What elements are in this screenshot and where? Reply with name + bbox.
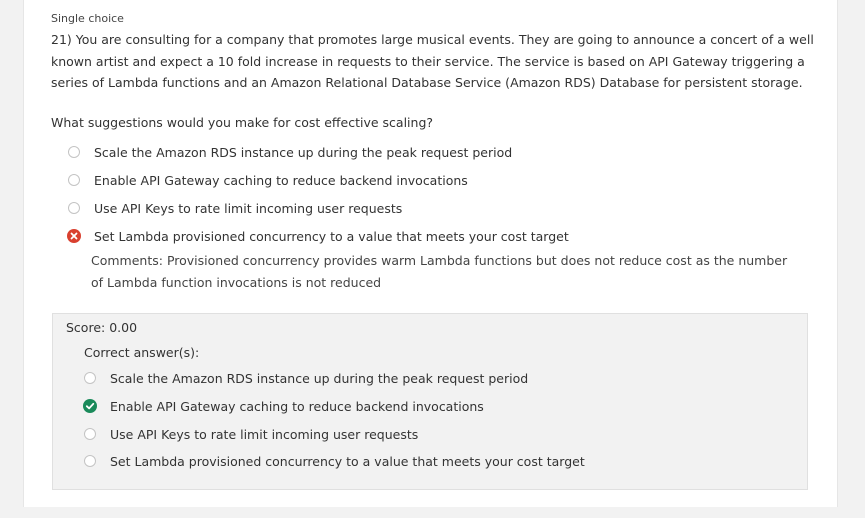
page-footer-band <box>23 507 838 518</box>
answer-option-2[interactable]: Enable API Gateway caching to reduce bac… <box>68 169 468 191</box>
radio-button[interactable] <box>68 202 80 214</box>
correct-answer-option-1: Scale the Amazon RDS instance up during … <box>84 367 528 389</box>
question-prompt: What suggestions would you make for cost… <box>51 115 434 130</box>
x-circle-icon <box>67 229 81 243</box>
answer-option-label: Use API Keys to rate limit incoming user… <box>94 200 403 216</box>
answer-option-4[interactable]: Set Lambda provisioned concurrency to a … <box>67 225 569 247</box>
radio-indicator <box>84 372 96 384</box>
result-panel: Score: 0.00 Correct answer(s): Scale the… <box>52 313 808 490</box>
question-stem: 21) You are consulting for a company tha… <box>51 32 814 90</box>
answer-option-label: Scale the Amazon RDS instance up during … <box>94 144 513 160</box>
correct-answer-option-3: Use API Keys to rate limit incoming user… <box>84 423 418 445</box>
radio-indicator <box>84 455 96 467</box>
question-type-label: Single choice <box>51 12 124 25</box>
radio-indicator <box>84 428 96 440</box>
radio-button[interactable] <box>68 174 80 186</box>
correct-answer-label: Enable API Gateway caching to reduce bac… <box>110 398 484 414</box>
radio-button[interactable] <box>68 146 80 158</box>
correct-answer-label: Set Lambda provisioned concurrency to a … <box>110 453 585 469</box>
correct-answer-option-4: Set Lambda provisioned concurrency to a … <box>84 450 585 472</box>
answer-option-1[interactable]: Scale the Amazon RDS instance up during … <box>68 141 512 163</box>
check-circle-icon <box>83 399 97 413</box>
question-card: Single choice 21) You are consulting for… <box>23 0 838 507</box>
answer-option-label: Enable API Gateway caching to reduce bac… <box>94 172 468 188</box>
correct-answers-title: Correct answer(s): <box>84 345 200 360</box>
answer-comments: Comments: Provisioned concurrency provid… <box>91 253 788 290</box>
score-text: Score: 0.00 <box>66 320 138 335</box>
correct-answer-label: Scale the Amazon RDS instance up during … <box>110 370 529 386</box>
answer-option-3[interactable]: Use API Keys to rate limit incoming user… <box>68 197 402 219</box>
correct-answer-label: Use API Keys to rate limit incoming user… <box>110 426 419 442</box>
correct-answer-option-2: Enable API Gateway caching to reduce bac… <box>83 395 484 417</box>
answer-option-label: Set Lambda provisioned concurrency to a … <box>94 228 569 244</box>
